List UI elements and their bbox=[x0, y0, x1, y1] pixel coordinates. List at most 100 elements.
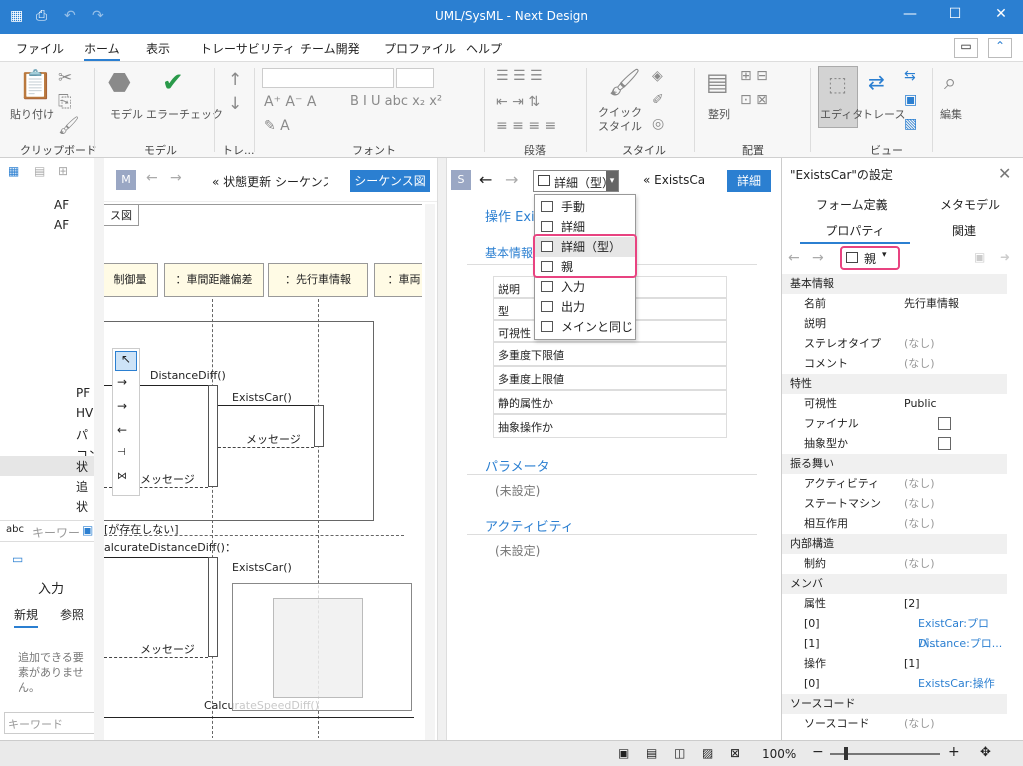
forward-icon[interactable]: → bbox=[505, 170, 518, 189]
prop-activity[interactable]: アクティビティ (なし) bbox=[782, 474, 1007, 494]
prop-stereotype[interactable]: ステレオタイプ (なし) bbox=[782, 334, 1007, 354]
tab-new[interactable]: 新規 bbox=[14, 606, 39, 628]
fit-icon[interactable]: ✥ bbox=[980, 745, 991, 760]
parent-button[interactable]: 親 ▾ bbox=[840, 246, 900, 270]
prop-state-machine[interactable]: ステートマシン (なし) bbox=[782, 494, 1007, 514]
model-icon[interactable]: ⬣ bbox=[108, 68, 131, 98]
error-check-label[interactable]: エラーチェック bbox=[146, 106, 223, 122]
align-objects-icon[interactable]: ▤ bbox=[706, 68, 729, 96]
align-icons[interactable]: ≡ ≡ ≡ ≡ bbox=[496, 118, 556, 134]
view-close-icon[interactable]: ⊠ bbox=[730, 746, 740, 760]
navigate-icon[interactable]: ➜ bbox=[1000, 250, 1010, 264]
tab-ref[interactable]: 参照 bbox=[60, 606, 84, 623]
tree-item[interactable]: AF bbox=[54, 218, 69, 232]
format-painter-icon[interactable]: 🖌 bbox=[58, 116, 80, 136]
collapse-ribbon-icon[interactable]: ⌃ bbox=[988, 38, 1012, 58]
found-message-tool-icon[interactable]: ⋈ bbox=[117, 471, 127, 482]
view-split-icon[interactable]: ▤ bbox=[646, 746, 657, 760]
tree-item[interactable]: HV bbox=[76, 406, 93, 420]
quick-style-icon[interactable]: 🖌 bbox=[608, 68, 641, 98]
tab-form-definition[interactable]: フォーム定義 bbox=[816, 196, 888, 213]
diagram-breadcrumb[interactable]: « 状態更新 シーケンス図 bbox=[212, 173, 328, 190]
edit-label[interactable]: 編集 bbox=[940, 106, 962, 122]
prop-name[interactable]: 名前 先行車情報 bbox=[782, 294, 1007, 314]
forward-icon[interactable]: → bbox=[170, 170, 182, 186]
list-icons[interactable]: ☰ ☰ ☰ bbox=[496, 68, 543, 84]
keyword-input[interactable]: キーワード bbox=[4, 712, 98, 734]
dropdown-item-output[interactable]: 出力 bbox=[535, 297, 635, 317]
prop-interaction[interactable]: 相互作用 (なし) bbox=[782, 514, 1007, 534]
view-side-icon[interactable]: ◫ bbox=[674, 746, 685, 760]
abc-icon[interactable]: abc bbox=[6, 524, 24, 535]
pointer-tool-icon[interactable]: ↖ bbox=[115, 351, 137, 371]
copy-icon[interactable]: ⎘ bbox=[58, 92, 72, 112]
align-label[interactable]: 整列 bbox=[708, 106, 730, 122]
font-style-icons[interactable]: B I U abc x₂ x² bbox=[350, 94, 442, 109]
effect-icon[interactable]: ◎ bbox=[652, 116, 664, 132]
message-label[interactable]: メッセージ bbox=[140, 471, 195, 487]
menu-home[interactable]: ホーム bbox=[84, 40, 120, 61]
tab-metamodel[interactable]: メタモデル bbox=[940, 196, 1000, 213]
prop-visibility[interactable]: 可視性 Public bbox=[782, 394, 1007, 414]
menu-view[interactable]: 表示 bbox=[146, 40, 170, 57]
async-message-tool-icon[interactable]: → bbox=[117, 399, 127, 413]
message-label[interactable]: DistanceDiff() bbox=[150, 369, 226, 382]
indent-icons[interactable]: ⇤ ⇥ ⇅ bbox=[496, 94, 540, 110]
zoom-out-icon[interactable]: − bbox=[812, 744, 824, 760]
tree-item[interactable]: 状 bbox=[76, 498, 88, 515]
dropdown-item-manual[interactable]: 手動 bbox=[535, 197, 635, 217]
search-input[interactable]: キーワー bbox=[32, 524, 80, 541]
palette-icon[interactable]: ▧ bbox=[904, 116, 917, 132]
back-icon[interactable]: ← bbox=[788, 250, 800, 266]
trace-icon[interactable]: ⇄ bbox=[868, 70, 885, 94]
highlight-icon[interactable]: ✎ A bbox=[264, 118, 290, 134]
back-icon[interactable]: ← bbox=[146, 170, 158, 186]
menu-file[interactable]: ファイル bbox=[16, 40, 64, 57]
close-window-button[interactable]: ✕ bbox=[986, 6, 1016, 22]
error-check-icon[interactable]: ✔ bbox=[162, 68, 184, 98]
menu-team[interactable]: チーム開発 bbox=[300, 40, 360, 57]
maximize-button[interactable]: ☐ bbox=[940, 6, 970, 22]
view-mode-select[interactable]: 詳細（型） ▾ bbox=[533, 170, 619, 192]
prop-desc[interactable]: 説明 bbox=[782, 314, 1007, 334]
message-label[interactable]: ExistsCar() bbox=[232, 391, 292, 404]
prop-abstract[interactable]: 抽象型か bbox=[782, 434, 1007, 454]
prop-source-code[interactable]: ソースコード (なし) bbox=[782, 714, 1007, 734]
prop-operation[interactable]: 操作 [1] bbox=[782, 654, 1007, 674]
minimize-button[interactable]: — bbox=[895, 6, 925, 22]
detail-breadcrumb[interactable]: « ExistsCa bbox=[643, 173, 705, 187]
guard-label[interactable]: [が存在しない] bbox=[104, 521, 179, 537]
message-label[interactable]: alcurateDistanceDiff()： bbox=[104, 539, 236, 555]
sequence-tab-button[interactable]: シーケンス図 bbox=[350, 170, 430, 192]
dropdown-item-same-as-main[interactable]: メインと同じ bbox=[535, 317, 635, 337]
binoculars-icon[interactable]: ⌕ bbox=[944, 70, 956, 95]
forward-icon[interactable]: → bbox=[812, 250, 824, 266]
lifeline-vehicle[interactable]: ：車両 bbox=[374, 263, 422, 297]
prop-comment[interactable]: コメント (なし) bbox=[782, 354, 1007, 374]
menu-traceability[interactable]: トレーサビリティ bbox=[200, 40, 295, 57]
message-label[interactable]: ExistsCar() bbox=[232, 561, 292, 574]
layout-icon[interactable]: ▣ bbox=[904, 92, 917, 108]
view-normal-icon[interactable]: ▣ bbox=[618, 746, 629, 760]
zoom-in-icon[interactable]: + bbox=[948, 744, 960, 760]
combined-fragment[interactable] bbox=[104, 321, 374, 521]
tab-property[interactable]: プロパティ bbox=[800, 222, 910, 244]
prop-attribute-1[interactable]: [1] Distance:プロ... bbox=[782, 634, 1007, 654]
zoom-thumb[interactable] bbox=[844, 747, 848, 760]
message-label[interactable]: メッセージ bbox=[140, 641, 195, 657]
trace-label[interactable]: トレース bbox=[862, 106, 905, 122]
splitter-left[interactable] bbox=[94, 158, 104, 740]
tree-item[interactable]: パ bbox=[76, 426, 88, 443]
reply-message-tool-icon[interactable]: ← bbox=[117, 423, 127, 437]
tree-item[interactable]: PF bbox=[76, 386, 90, 400]
close-icon[interactable]: ✕ bbox=[998, 164, 1011, 183]
prop-operation-0[interactable]: [0] ExistsCar:操作 bbox=[782, 674, 1007, 694]
splitter[interactable] bbox=[437, 158, 447, 740]
sync-message-tool-icon[interactable]: → bbox=[117, 375, 127, 389]
search-icon[interactable]: ▣ bbox=[82, 523, 93, 537]
detail-button[interactable]: 詳細 bbox=[727, 170, 771, 192]
lifeline-control[interactable]: 制御量 bbox=[104, 263, 158, 297]
font-size-select[interactable] bbox=[396, 68, 434, 88]
quick-style-label[interactable]: クイック スタイル bbox=[598, 106, 642, 134]
up-arrow-icon[interactable]: ↑ bbox=[228, 70, 242, 90]
